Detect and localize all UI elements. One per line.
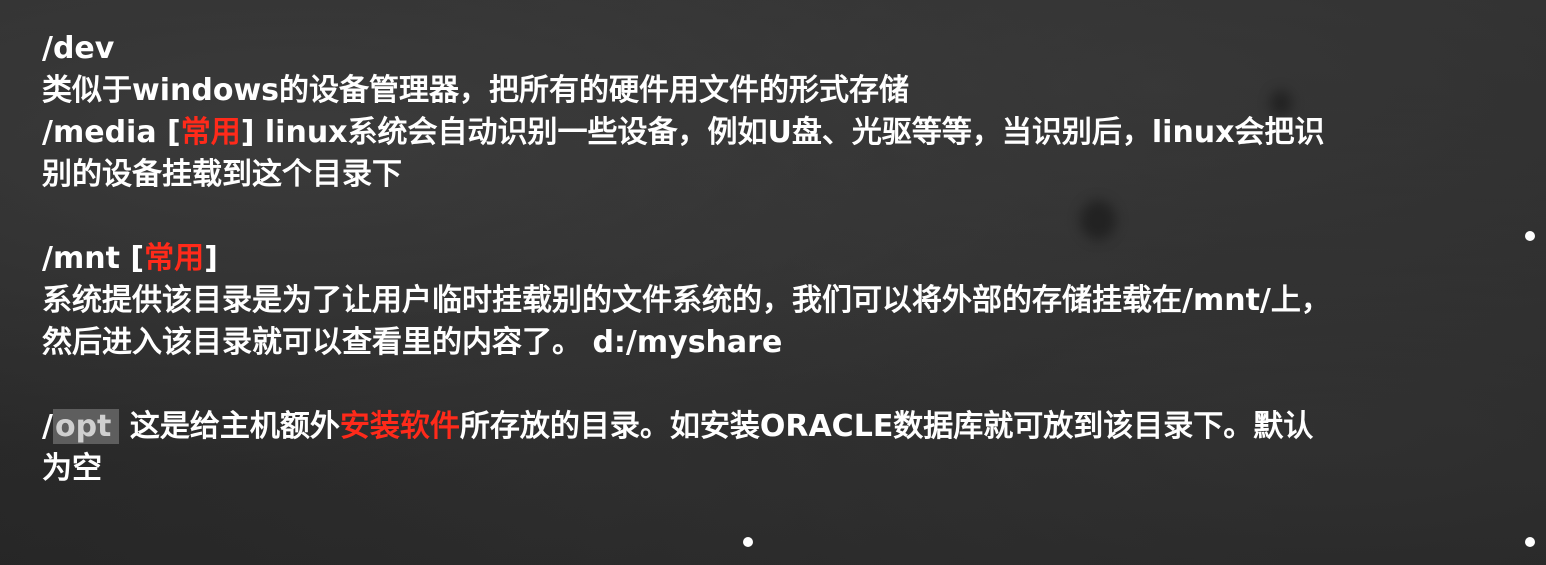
opt-highlighted-word: opt xyxy=(52,409,120,444)
mnt-path: /mnt [ xyxy=(42,241,145,276)
opt-line-2: 为空 xyxy=(42,451,102,486)
media-path: /media [ xyxy=(42,115,181,150)
media-line-1: /media [常用] linux系统会自动识别一些设备，例如U盘、光驱等等，当… xyxy=(42,112,1522,154)
dev-description: 类似于windows的设备管理器，把所有的硬件用文件的形式存储 xyxy=(42,73,910,108)
dev-title: /dev xyxy=(42,31,115,66)
mnt-common-tag: 常用 xyxy=(144,241,205,276)
opt-description-post: 所存放的目录。如安装ORACLE数据库就可放到该目录下。默认 xyxy=(459,409,1314,444)
slide-content: /dev 类似于windows的设备管理器，把所有的硬件用文件的形式存储 /me… xyxy=(42,28,1522,490)
mnt-description-1: 系统提供该目录是为了让用户临时挂载别的文件系统的，我们可以将外部的存储挂载在/m… xyxy=(42,283,1331,318)
media-common-tag: 常用 xyxy=(180,115,241,150)
media-description: ] linux系统会自动识别一些设备，例如U盘、光驱等等，当识别后，linux会… xyxy=(240,115,1325,150)
selection-handle-dot[interactable] xyxy=(1525,231,1535,241)
selection-handle-dot[interactable] xyxy=(1525,537,1535,547)
opt-description-pre: 这是给主机额外 xyxy=(119,409,340,444)
opt-slash: / xyxy=(42,409,53,444)
mnt-bracket: ] xyxy=(204,241,218,276)
selection-handle-dot[interactable] xyxy=(743,537,753,547)
mnt-description-2: 然后进入该目录就可以查看里的内容了。 d:/myshare xyxy=(42,325,783,360)
opt-install-software: 安装软件 xyxy=(339,409,460,444)
mnt-title: /mnt [常用] xyxy=(42,238,1522,280)
chalkboard-slide: /dev 类似于windows的设备管理器，把所有的硬件用文件的形式存储 /me… xyxy=(0,0,1546,565)
opt-line-1: /opt 这是给主机额外安装软件所存放的目录。如安装ORACLE数据库就可放到该… xyxy=(42,406,1522,448)
media-line-2: 别的设备挂载到这个目录下 xyxy=(42,157,402,192)
